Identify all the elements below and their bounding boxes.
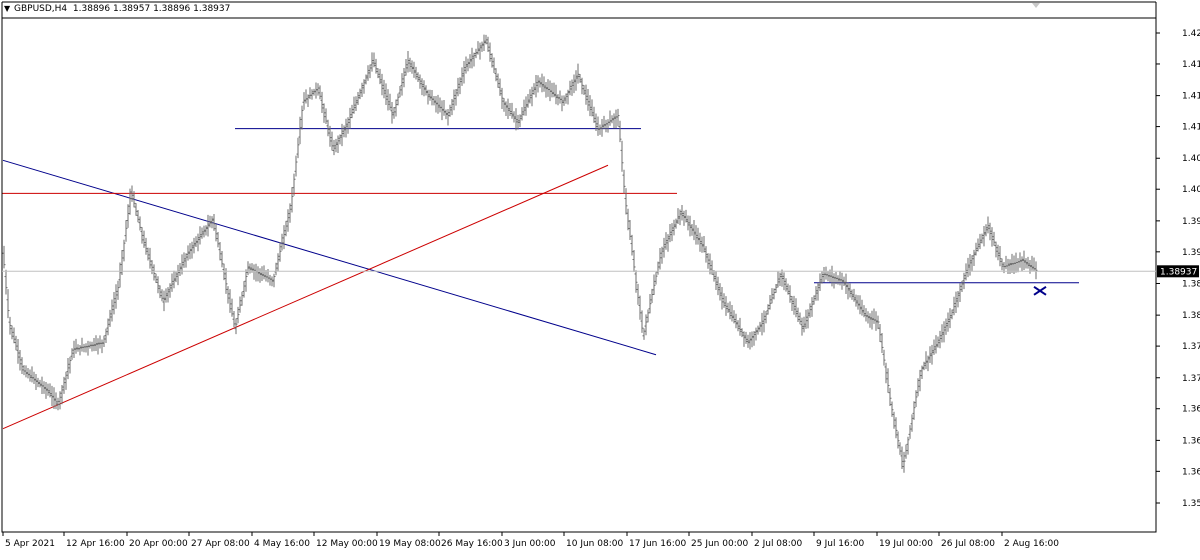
x-tick-label: 17 Jun 16:00 (629, 539, 686, 549)
chart-window[interactable]: ▼ GBPUSD,H4 1.38896 1.38957 1.38896 1.38… (0, 0, 1200, 556)
y-tick-label: 1.42400 (1182, 29, 1200, 39)
x-tick-label: 27 Apr 08:00 (191, 539, 250, 549)
y-tick-label: 1.36030 (1182, 467, 1200, 477)
symbol-dropdown-icon[interactable]: ▼ (4, 4, 10, 13)
x-tick-label: 26 Jul 08:00 (941, 539, 995, 549)
x-tick-label: 19 Jul 00:00 (879, 539, 933, 549)
x-tick-label: 2 Jul 08:00 (754, 539, 803, 549)
y-tick-label: 1.38300 (1182, 311, 1200, 321)
x-tick-label: 26 May 16:00 (441, 539, 503, 549)
current-price-label: 1.38937 (1160, 267, 1197, 277)
y-tick-label: 1.41490 (1182, 92, 1200, 102)
x-tick-label: 12 Apr 16:00 (66, 539, 125, 549)
x-tick-label: 10 Jun 08:00 (566, 539, 623, 549)
x-tick-label: 9 Jul 16:00 (816, 539, 865, 549)
x-tick-label: 19 May 08:00 (379, 539, 441, 549)
x-tick-label: 3 Jun 00:00 (504, 539, 556, 549)
y-tick-label: 1.37390 (1182, 374, 1200, 384)
y-tick-label: 1.35570 (1182, 499, 1200, 509)
y-tick-label: 1.41040 (1182, 123, 1200, 133)
y-tick-label: 1.36940 (1182, 405, 1200, 415)
y-tick-label: 1.40130 (1182, 185, 1200, 195)
y-tick-label: 1.38760 (1182, 279, 1200, 289)
y-tick-label: 1.39220 (1182, 248, 1200, 258)
x-tick-label: 4 May 16:00 (254, 539, 310, 549)
x-tick-label: 20 Apr 00:00 (129, 539, 188, 549)
x-tick-label: 12 May 00:00 (316, 539, 378, 549)
y-tick-label: 1.39670 (1182, 217, 1200, 227)
chart-header: GBPUSD,H4 1.38896 1.38957 1.38896 1.3893… (14, 4, 230, 14)
symbol-timeframe: GBPUSD,H4 (14, 4, 68, 14)
y-tick-label: 1.36480 (1182, 436, 1200, 446)
price-chart[interactable]: 1.42400 1.41950 1.41490 1.41040 1.40580 1.401… (0, 0, 1200, 556)
y-tick-label: 1.40580 (1182, 154, 1200, 164)
x-tick-label: 2 Aug 16:00 (1004, 539, 1059, 549)
y-tick-label: 1.37850 (1182, 342, 1200, 352)
chart-background (0, 0, 1200, 556)
y-tick-label: 1.41950 (1182, 60, 1200, 70)
ohlc-values: 1.38896 1.38957 1.38896 1.38937 (72, 4, 231, 14)
x-tick-label: 5 Apr 2021 (5, 539, 55, 549)
x-tick-label: 25 Jun 00:00 (691, 539, 748, 549)
